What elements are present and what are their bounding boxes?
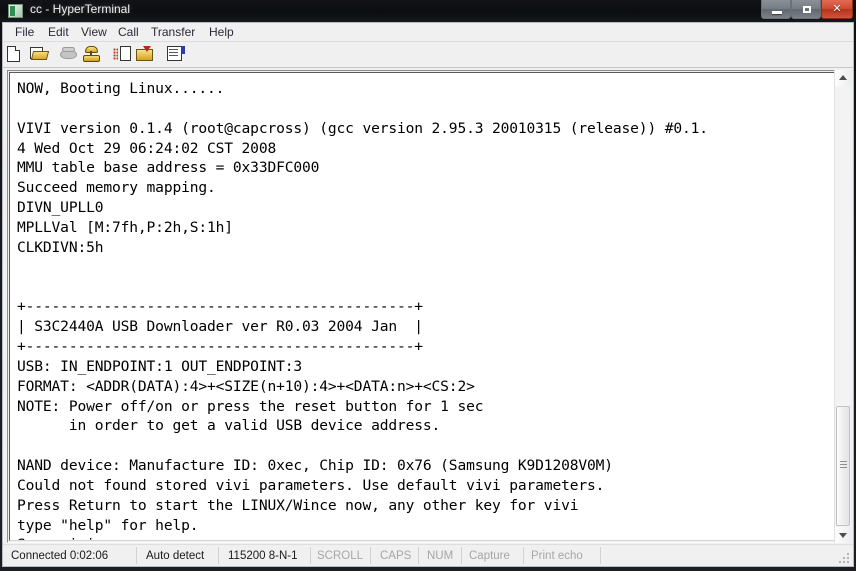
terminal-output: NOW, Booting Linux...... VIVI version 0.… (17, 80, 708, 540)
scroll-down-arrow-icon (839, 533, 847, 538)
properties-button[interactable] (167, 46, 187, 64)
disconnect-button[interactable] (59, 46, 79, 64)
line-settings: 115200 8-N-1 (228, 550, 298, 562)
menu-bar: File Edit View Call Transfer Help (3, 23, 853, 42)
menu-item-call[interactable]: Call (112, 25, 145, 40)
title-bar[interactable]: cc - HyperTerminal ✕ (0, 0, 856, 22)
send-file-icon (113, 46, 133, 62)
menu-item-view[interactable]: View (75, 25, 113, 40)
menu-item-edit[interactable]: Edit (42, 25, 75, 40)
status-separator (310, 547, 311, 564)
disconnect-phone-icon (59, 46, 78, 61)
status-bar: Connected 0:02:06 Auto detect 115200 8-N… (3, 544, 853, 566)
status-separator (461, 547, 462, 564)
maximize-button[interactable] (791, 0, 821, 19)
menu-item-help[interactable]: Help (203, 25, 240, 40)
receive-file-button[interactable] (136, 46, 156, 64)
toolbar (3, 42, 853, 68)
caps-indicator: CAPS (380, 550, 412, 562)
scrollbar-grip-icon (840, 461, 847, 469)
close-button[interactable]: ✕ (821, 0, 853, 19)
new-connection-icon (7, 46, 20, 62)
open-button[interactable] (30, 46, 50, 64)
minimize-button[interactable] (761, 0, 791, 19)
scroll-down-button[interactable] (835, 527, 851, 543)
resize-grip[interactable] (839, 553, 851, 565)
call-phone-icon (83, 46, 100, 63)
status-separator (600, 547, 601, 564)
hyperterminal-window: cc - HyperTerminal ✕ File Edit View Call… (0, 0, 856, 571)
window-client-area: File Edit View Call Transfer Help NOW, B… (2, 22, 854, 567)
hyperterminal-icon (8, 4, 23, 18)
new-connection-button[interactable] (7, 46, 27, 64)
status-separator (370, 547, 371, 564)
scroll-up-button[interactable] (835, 70, 851, 86)
scrollbar-thumb[interactable] (836, 406, 850, 526)
terminal-screen[interactable]: NOW, Booting Linux...... VIVI version 0.… (9, 72, 848, 541)
connection-status: Connected 0:02:06 (11, 550, 109, 562)
open-folder-icon (30, 46, 50, 60)
status-separator (218, 547, 219, 564)
status-separator (418, 547, 419, 564)
scroll-indicator: SCROLL (317, 550, 364, 562)
scroll-up-arrow-icon (839, 75, 847, 80)
status-separator (136, 547, 137, 564)
window-title: cc - HyperTerminal (30, 2, 131, 16)
send-file-button[interactable] (113, 46, 133, 64)
call-button[interactable] (83, 46, 103, 64)
menu-item-transfer[interactable]: Transfer (145, 25, 201, 40)
close-icon: ✕ (832, 3, 842, 15)
properties-icon (167, 46, 185, 62)
menu-item-file[interactable]: File (9, 25, 40, 40)
num-indicator: NUM (427, 550, 454, 562)
emulation-mode: Auto detect (146, 550, 205, 562)
terminal-scrollbar[interactable] (834, 70, 851, 543)
status-separator (523, 547, 524, 564)
print-echo-indicator: Print echo (531, 550, 583, 562)
terminal-frame: NOW, Booting Linux...... VIVI version 0.… (7, 70, 850, 543)
capture-indicator: Capture (469, 550, 510, 562)
receive-file-icon (136, 46, 155, 62)
